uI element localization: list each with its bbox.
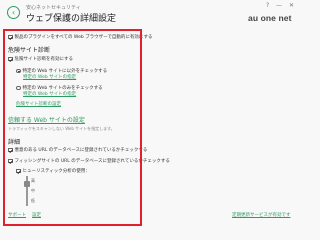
app-subtitle: 安心ネットセキュリティ [26,5,81,11]
brand-logo: au one net [248,13,292,23]
minimize-icon[interactable]: — [276,2,282,9]
highlight-box [3,29,142,226]
close-icon[interactable]: ✕ [289,2,294,9]
back-arrow-icon[interactable]: ‹ [7,6,20,19]
page-title: ウェブ保護の詳細設定 [26,14,117,24]
app-header: ‹ 安心ネットセキュリティ ウェブ保護の詳細設定 ? — ✕ au one ne… [0,0,300,30]
help-icon[interactable]: ? [266,2,269,9]
window-controls: ? — ✕ [261,2,294,9]
auto-update-link[interactable]: 定期更新サービスが有効です [232,212,291,218]
support-link[interactable]: サポート [8,212,26,218]
settings-link[interactable]: 設定 [32,212,41,218]
